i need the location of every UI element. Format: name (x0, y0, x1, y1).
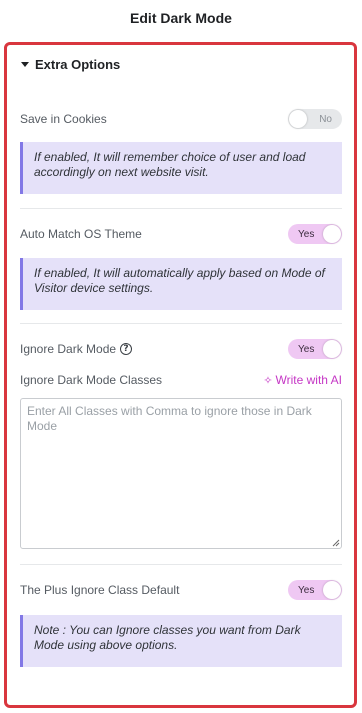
auto-match-note: If enabled, It will automatically apply … (20, 258, 342, 310)
plus-ignore-toggle[interactable]: Yes (288, 580, 342, 600)
section-title: Extra Options (35, 56, 121, 72)
divider (20, 208, 342, 209)
ignore-classes-label: Ignore Dark Mode Classes (20, 373, 163, 387)
save-cookies-label: Save in Cookies (20, 112, 107, 126)
plus-ignore-note: Note : You can Ignore classes you want f… (20, 615, 342, 667)
toggle-knob (323, 581, 341, 599)
panel-header: Edit Dark Mode (0, 0, 362, 36)
auto-match-row: Auto Match OS Theme Yes (20, 223, 342, 245)
auto-match-label: Auto Match OS Theme (20, 227, 142, 241)
write-with-ai-label: Write with AI (275, 373, 342, 387)
save-cookies-row: Save in Cookies No (20, 108, 342, 130)
help-icon[interactable]: ? (120, 343, 133, 355)
toggle-state-text: Yes (298, 343, 315, 355)
sparkle-icon: ✧ (263, 373, 273, 387)
ignore-dark-toggle[interactable]: Yes (288, 339, 342, 359)
plus-ignore-row: The Plus Ignore Class Default Yes (20, 579, 342, 601)
note-text: If enabled, It will remember choice of u… (34, 150, 306, 179)
toggle-knob (289, 110, 307, 128)
toggle-state-text: No (319, 113, 332, 125)
divider (20, 564, 342, 565)
ignore-classes-row: Ignore Dark Mode Classes ✧ Write with AI (20, 369, 342, 391)
plus-ignore-label: The Plus Ignore Class Default (20, 583, 180, 597)
toggle-state-text: Yes (298, 584, 315, 596)
divider (20, 323, 342, 324)
resize-handle-icon[interactable] (332, 539, 340, 547)
save-cookies-note: If enabled, It will remember choice of u… (20, 142, 342, 194)
save-cookies-toggle[interactable]: No (288, 109, 342, 129)
toggle-state-text: Yes (298, 228, 315, 240)
page-title: Edit Dark Mode (130, 10, 232, 26)
caret-down-icon (21, 61, 29, 67)
ignore-dark-label-wrap: Ignore Dark Mode ? (20, 342, 133, 356)
toggle-knob (323, 340, 341, 358)
note-text: Note : You can Ignore classes you want f… (34, 623, 301, 652)
ignore-dark-row: Ignore Dark Mode ? Yes (20, 338, 342, 360)
write-with-ai-button[interactable]: ✧ Write with AI (263, 373, 342, 387)
auto-match-toggle[interactable]: Yes (288, 224, 342, 244)
extra-options-panel: Extra Options Save in Cookies No If enab… (4, 42, 357, 708)
ignore-classes-textarea[interactable] (20, 398, 342, 549)
toggle-knob (323, 225, 341, 243)
ignore-dark-label: Ignore Dark Mode (20, 342, 117, 356)
note-text: If enabled, It will automatically apply … (34, 266, 325, 295)
section-toggle-extra-options[interactable]: Extra Options (21, 55, 120, 73)
